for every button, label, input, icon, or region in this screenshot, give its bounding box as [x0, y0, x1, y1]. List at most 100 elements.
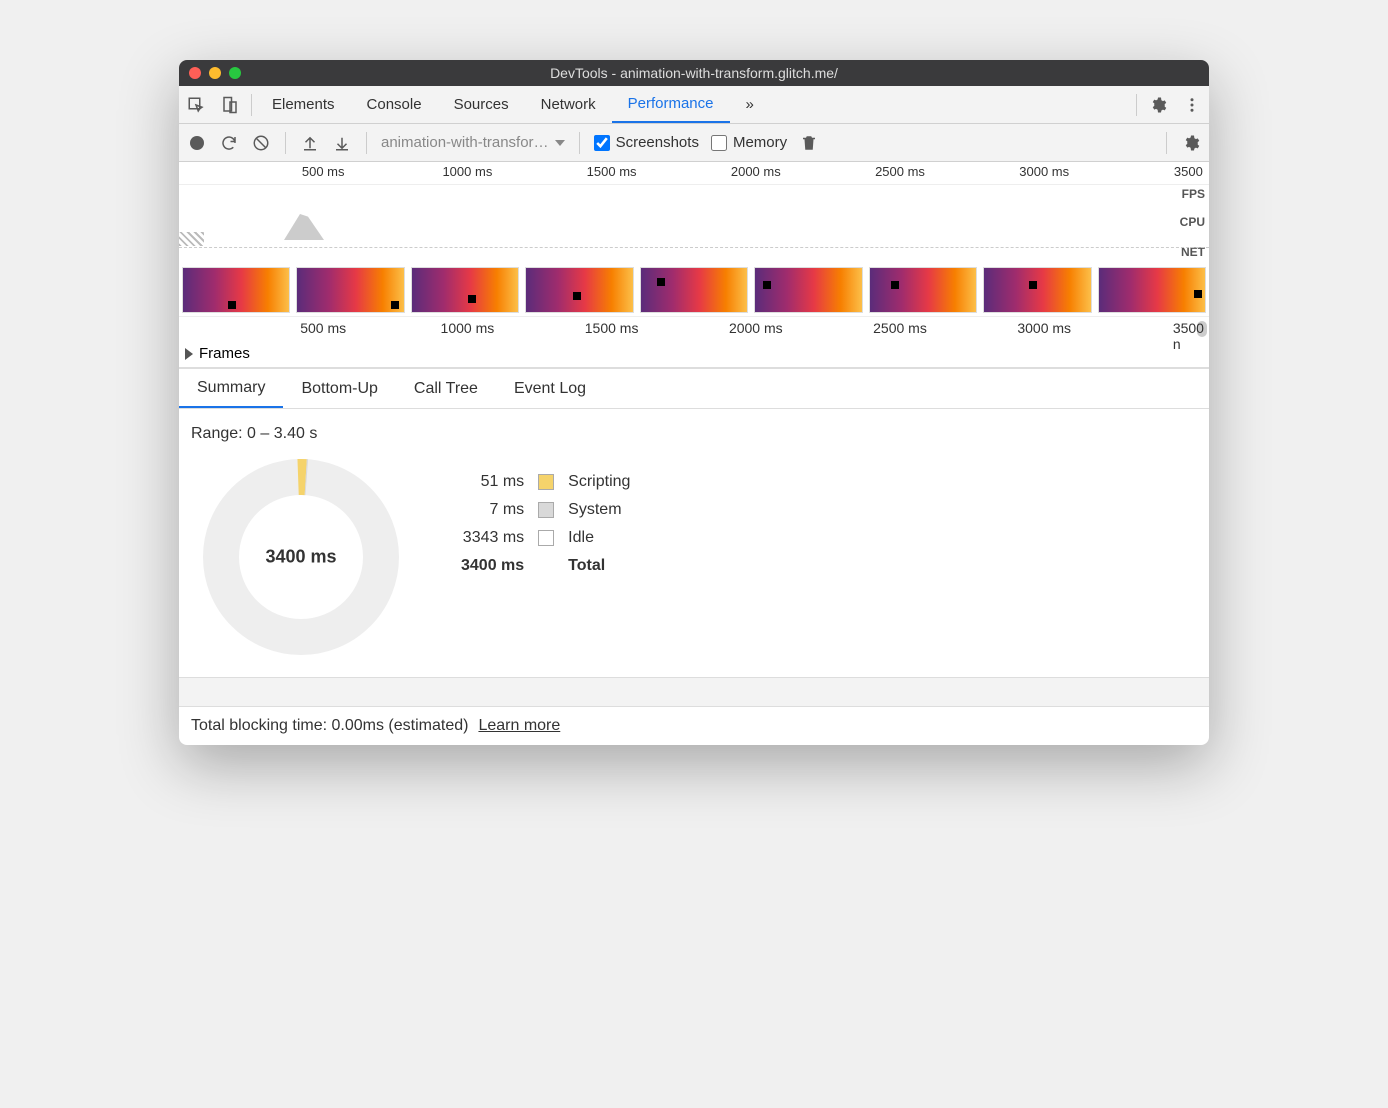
performance-toolbar: animation-with-transfor… Screenshots Mem… [179, 124, 1209, 162]
screenshot-thumbnail[interactable] [640, 267, 748, 313]
screenshot-thumbnail[interactable] [296, 267, 404, 313]
tab-network[interactable]: Network [525, 86, 612, 123]
screenshot-thumbnail[interactable] [411, 267, 519, 313]
tab-console[interactable]: Console [351, 86, 438, 123]
devtools-window: DevTools - animation-with-transform.glit… [179, 60, 1209, 745]
divider [366, 132, 367, 154]
reload-icon[interactable] [219, 133, 239, 153]
screenshots-checkbox[interactable]: Screenshots [594, 134, 699, 151]
frames-row[interactable]: Frames [179, 340, 1209, 368]
trash-icon[interactable] [799, 133, 819, 153]
expand-triangle-icon[interactable] [185, 348, 193, 360]
ruler-tick: 500 ms [302, 164, 345, 179]
divider [1166, 132, 1167, 154]
animated-box-icon [657, 278, 665, 286]
divider [251, 94, 252, 116]
screenshot-thumbnail[interactable] [1098, 267, 1206, 313]
animated-box-icon [1029, 281, 1037, 289]
device-toolbar-icon[interactable] [213, 96, 247, 114]
ruler-tick: 2000 ms [731, 164, 781, 179]
more-tabs-icon[interactable]: » [730, 86, 770, 123]
download-icon[interactable] [332, 133, 352, 153]
tab-sources[interactable]: Sources [438, 86, 525, 123]
cpu-hatch [179, 232, 204, 246]
divider [285, 132, 286, 154]
legend-value: 3343 ms [461, 529, 524, 547]
drawer-strip [179, 677, 1209, 707]
ruler-tick: 3500 [1174, 164, 1203, 179]
legend-label: Idle [568, 529, 630, 547]
overview-panel[interactable]: 500 ms 1000 ms 1500 ms 2000 ms 2500 ms 3000 m… [179, 162, 1209, 369]
ruler-tick: 1000 ms [441, 320, 495, 336]
screenshot-thumbnail[interactable] [182, 267, 290, 313]
donut-center-value: 3400 ms [265, 547, 336, 568]
animated-box-icon [573, 292, 581, 300]
legend-value: 51 ms [461, 473, 524, 491]
fps-track-label: FPS [1182, 187, 1205, 201]
overview-ruler: 500 ms1000 ms1500 ms2000 ms2500 ms3000 m… [179, 162, 1209, 184]
cpu-activity-bump [284, 214, 324, 240]
screenshot-thumbnail[interactable] [754, 267, 862, 313]
profile-select[interactable]: animation-with-transfor… [381, 134, 565, 151]
animated-box-icon [468, 295, 476, 303]
ruler-tick: 3000 ms [1017, 320, 1071, 336]
record-icon[interactable] [187, 133, 207, 153]
main-tabs-bar: ElementsConsoleSourcesNetworkPerformance… [179, 86, 1209, 124]
divider [1136, 94, 1137, 116]
screenshot-thumbnail[interactable] [525, 267, 633, 313]
summary-legend: 51 msScripting7 msSystem3343 msIdle3400 … [461, 473, 630, 575]
ruler-tick: 500 ms [300, 320, 346, 336]
window-title: DevTools - animation-with-transform.glit… [179, 65, 1209, 81]
divider [579, 132, 580, 154]
gear-icon[interactable] [1141, 96, 1175, 114]
legend-value: 7 ms [461, 501, 524, 519]
detail-tabs: SummaryBottom-UpCall TreeEvent Log [179, 369, 1209, 409]
screenshots-checkbox-input[interactable] [594, 135, 610, 151]
kebab-menu-icon[interactable] [1175, 96, 1209, 114]
learn-more-link[interactable]: Learn more [478, 717, 560, 735]
frames-label: Frames [199, 345, 250, 362]
ruler-tick: 2000 ms [729, 320, 783, 336]
detail-tab-call-tree[interactable]: Call Tree [396, 369, 496, 408]
legend-label: Scripting [568, 473, 630, 491]
overview-tracks: FPS CPU NET [179, 184, 1209, 264]
legend-swatch-icon [538, 502, 554, 518]
timeline-ruler: 500 ms1000 ms1500 ms2000 ms2500 ms3000 m… [179, 316, 1209, 340]
ruler-tick: 2500 ms [875, 164, 925, 179]
legend-label: System [568, 501, 630, 519]
memory-checkbox-input[interactable] [711, 135, 727, 151]
ruler-tick: 3500 n [1173, 320, 1204, 352]
maximize-icon[interactable] [229, 67, 241, 79]
memory-label: Memory [733, 134, 787, 151]
summary-panel: Range: 0 – 3.40 s 3400 ms 51 ms Scripting… [179, 409, 1209, 677]
memory-checkbox[interactable]: Memory [711, 134, 787, 151]
tab-performance[interactable]: Performance [612, 86, 730, 123]
animated-box-icon [891, 281, 899, 289]
upload-icon[interactable] [300, 133, 320, 153]
window-traffic-lights [189, 67, 241, 79]
detail-tab-bottom-up[interactable]: Bottom-Up [283, 369, 395, 408]
inspect-element-icon[interactable] [179, 96, 213, 114]
detail-tab-event-log[interactable]: Event Log [496, 369, 604, 408]
clear-icon[interactable] [251, 133, 271, 153]
capture-settings-gear-icon[interactable] [1181, 133, 1201, 153]
summary-donut-chart: 3400 ms [201, 457, 401, 657]
range-label: Range: 0 – 3.40 s [191, 425, 1197, 443]
ruler-tick: 1500 ms [585, 320, 639, 336]
blocking-time-text: Total blocking time: 0.00ms (estimated) [191, 717, 468, 735]
screenshots-label: Screenshots [616, 134, 699, 151]
detail-tab-summary[interactable]: Summary [179, 369, 283, 408]
close-icon[interactable] [189, 67, 201, 79]
legend-swatch-icon [538, 530, 554, 546]
screenshot-thumbnail[interactable] [983, 267, 1091, 313]
cpu-track-label: CPU [1180, 215, 1205, 229]
animated-box-icon [391, 301, 399, 309]
net-baseline [179, 247, 1209, 248]
tab-elements[interactable]: Elements [256, 86, 351, 123]
screenshot-thumbnail[interactable] [869, 267, 977, 313]
ruler-tick: 3000 ms [1019, 164, 1069, 179]
legend-total-label: Total [568, 557, 630, 575]
minimize-icon[interactable] [209, 67, 221, 79]
profile-select-label: animation-with-transfor… [381, 134, 549, 151]
animated-box-icon [1194, 290, 1202, 298]
